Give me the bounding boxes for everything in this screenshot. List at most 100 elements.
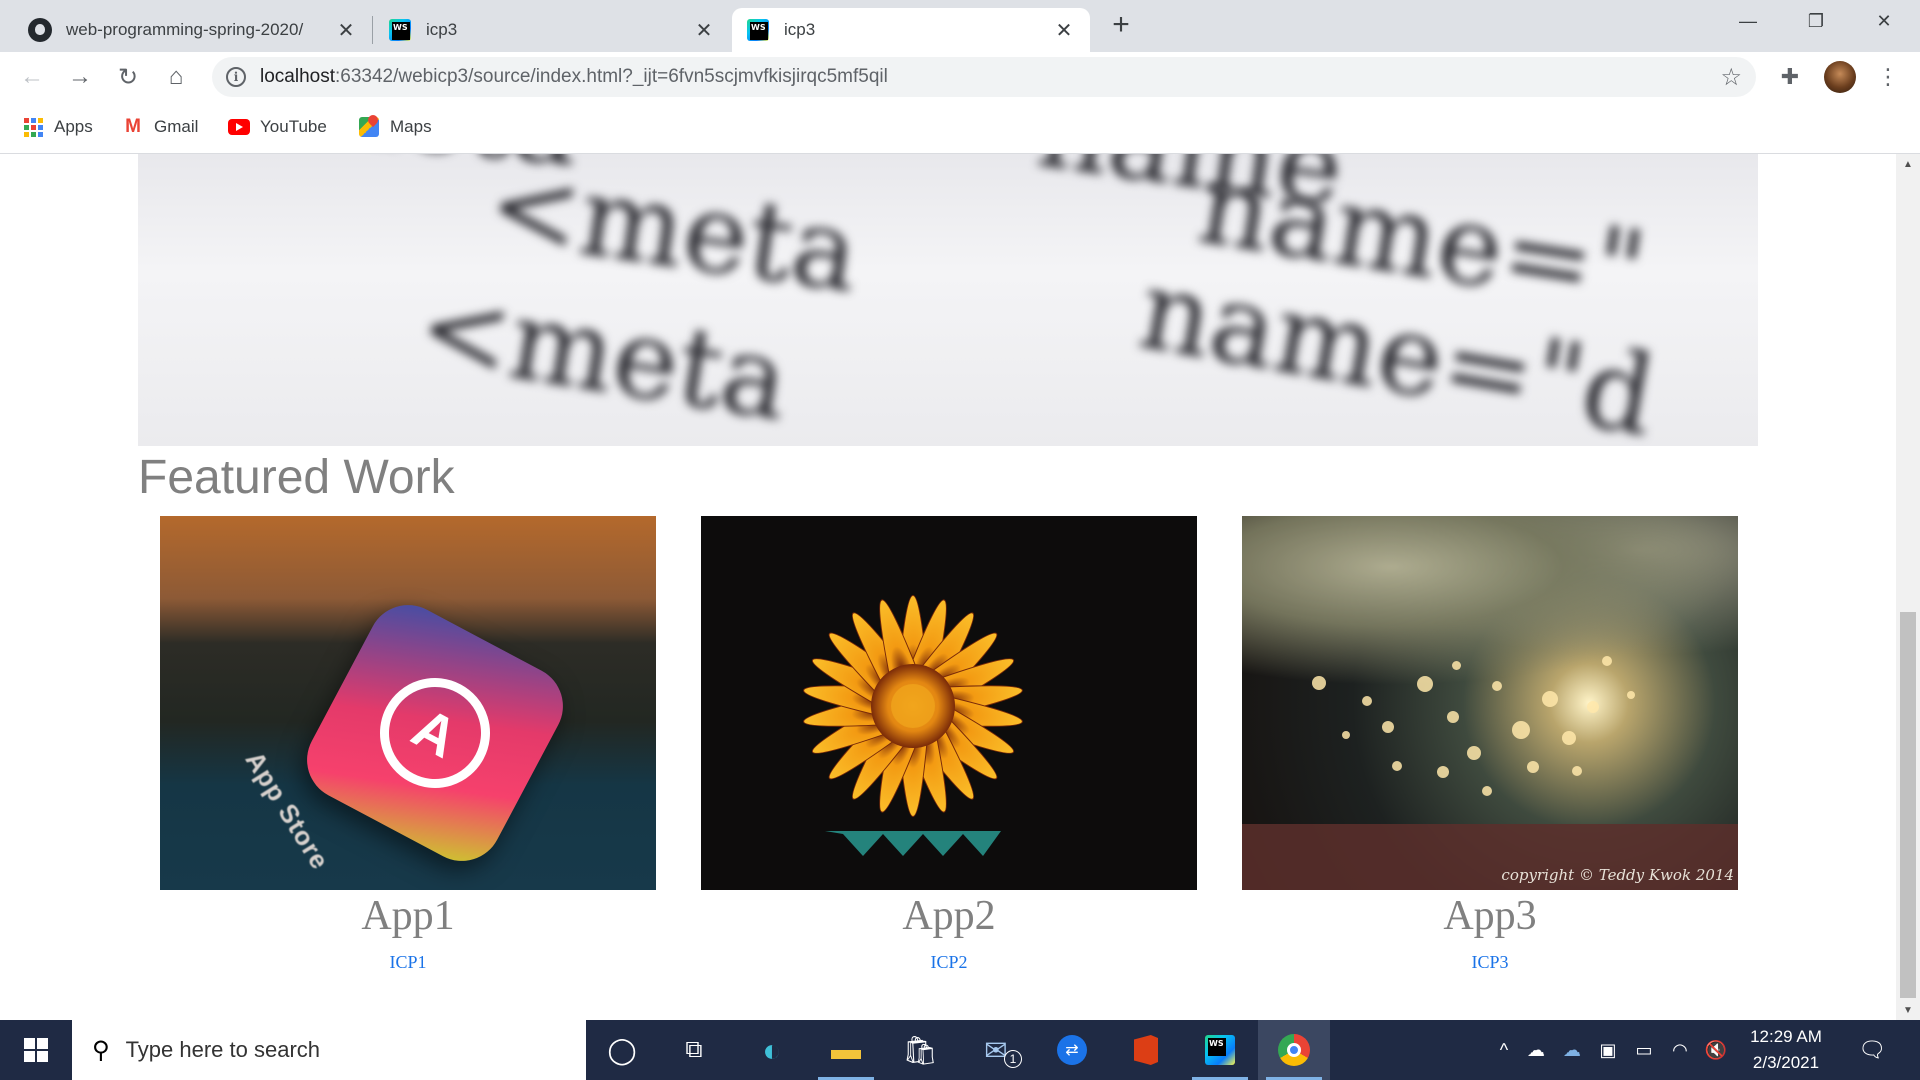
project-card: A App Store App1 ICP1	[160, 516, 656, 973]
url-host: localhost	[260, 66, 335, 87]
app-store-icon: A	[292, 590, 578, 876]
profile-avatar[interactable]	[1824, 61, 1856, 93]
card-link[interactable]: ICP2	[701, 952, 1197, 973]
task-view-button[interactable]: ⧉	[658, 1020, 730, 1080]
new-tab-button[interactable]: +	[1106, 8, 1136, 41]
bokeh-light	[1527, 761, 1539, 773]
wifi-icon[interactable]: ◠	[1662, 1040, 1698, 1061]
tab-strip: web-programming-spring-2020/ ✕ icp3 ✕ ic…	[0, 0, 1920, 52]
bookmark-label: YouTube	[260, 117, 327, 136]
office-button[interactable]	[1110, 1020, 1182, 1080]
github-icon	[28, 18, 52, 42]
notification-icon: 🗨	[1858, 1037, 1886, 1062]
close-tab-icon[interactable]: ✕	[1052, 18, 1076, 42]
clock[interactable]: 12:29 AM 2/3/2021	[1736, 1024, 1836, 1076]
bokeh-light	[1417, 676, 1433, 692]
bokeh-light	[1447, 711, 1459, 723]
bokeh-light	[1542, 691, 1558, 707]
project-card: App2 ICP2	[701, 516, 1197, 973]
bookmark-label: Maps	[390, 117, 432, 136]
menu-button[interactable]: ⋮	[1872, 61, 1904, 93]
bookmarks-bar: Apps M Gmail YouTube Maps	[0, 102, 1920, 154]
chrome-button[interactable]	[1258, 1020, 1330, 1080]
mail-badge: 1	[1004, 1050, 1022, 1068]
bokeh-light	[1382, 721, 1394, 733]
bokeh-light	[1512, 721, 1530, 739]
bokeh-light	[1482, 786, 1492, 796]
forward-button[interactable]: →	[62, 59, 98, 95]
clock-date: 2/3/2021	[1752, 1053, 1820, 1072]
notifications-button[interactable]: 🗨	[1842, 1020, 1902, 1080]
tab-separator	[372, 16, 373, 44]
tab-icp3-active[interactable]: icp3 ✕	[732, 8, 1090, 52]
tab-title: icp3	[784, 20, 816, 39]
onedrive-icon[interactable]: ☁	[1518, 1040, 1554, 1061]
apps-grid-icon	[22, 116, 44, 138]
webstorm-icon	[746, 18, 770, 42]
url-text[interactable]: localhost:63342/webicp3/source/index.htm…	[260, 66, 888, 88]
battery-icon[interactable]: ▭	[1626, 1040, 1662, 1061]
maps-icon	[358, 116, 380, 138]
teamviewer-button[interactable]: ⇄	[1036, 1020, 1108, 1080]
project-card: copyright © Teddy Kwok 2014 App3 ICP3	[1242, 516, 1738, 973]
address-bar[interactable]: i localhost:63342/webicp3/source/index.h…	[212, 57, 1756, 97]
bokeh-light	[1437, 766, 1449, 778]
youtube-icon	[228, 116, 250, 138]
bookmark-apps[interactable]: Apps	[22, 114, 93, 140]
bookmark-star-icon[interactable]: ☆	[1720, 63, 1742, 92]
close-tab-icon[interactable]: ✕	[334, 18, 358, 42]
minimize-button[interactable]: ―	[1720, 0, 1776, 42]
volume-muted-icon[interactable]: 🔇	[1698, 1040, 1734, 1061]
card-link[interactable]: ICP3	[1242, 952, 1738, 973]
close-tab-icon[interactable]: ✕	[692, 18, 716, 42]
restore-button[interactable]: ❐	[1788, 0, 1844, 42]
scroll-thumb[interactable]	[1900, 612, 1916, 998]
bookmark-gmail[interactable]: M Gmail	[122, 114, 198, 140]
site-info-icon[interactable]: i	[226, 67, 246, 87]
more-vert-icon: ⋮	[1877, 64, 1899, 89]
store-button[interactable]: 🛍	[884, 1020, 956, 1080]
app-store-photo: A App Store	[160, 516, 656, 890]
scroll-up-icon[interactable]: ▲	[1896, 154, 1920, 174]
edge-button[interactable]: ◐	[736, 1020, 808, 1080]
close-window-button[interactable]: ✕	[1856, 0, 1912, 42]
bokeh-light	[1587, 701, 1599, 713]
photo-copyright: copyright © Teddy Kwok 2014	[1501, 866, 1734, 884]
tab-title: web-programming-spring-2020/	[66, 20, 304, 39]
browser-toolbar: ← → ↻ ⌂ i localhost:63342/webicp3/source…	[0, 52, 1920, 102]
card-link[interactable]: ICP1	[160, 952, 656, 973]
gmail-icon: M	[125, 116, 141, 137]
chevron-up-icon[interactable]: ^	[1490, 1040, 1518, 1061]
windows-logo-icon	[24, 1038, 48, 1062]
webstorm-button[interactable]	[1184, 1020, 1256, 1080]
windows-taskbar: ⚲ Type here to search ◯ ⧉ ◐ ▬ 🛍 ✉ 1 ⇄ ^ …	[0, 1020, 1920, 1080]
bookmark-youtube[interactable]: YouTube	[228, 114, 327, 140]
bokeh-photo: copyright © Teddy Kwok 2014	[1242, 516, 1738, 890]
page-scrollbar[interactable]: ▲ ▼	[1896, 154, 1920, 1020]
tab-icp3-1[interactable]: icp3 ✕	[374, 8, 730, 52]
flower-illustration	[803, 595, 1023, 856]
onedrive-business-icon[interactable]: ☁	[1554, 1040, 1590, 1061]
back-button[interactable]: ←	[14, 59, 50, 95]
bokeh-light	[1312, 676, 1326, 690]
extensions-button[interactable]: ✚	[1774, 61, 1806, 93]
bookmark-label: Gmail	[154, 117, 199, 136]
tab-title: icp3	[426, 20, 458, 39]
bokeh-light	[1452, 661, 1461, 670]
chrome-icon	[1278, 1034, 1310, 1066]
file-explorer-button[interactable]: ▬	[810, 1020, 882, 1080]
start-button[interactable]	[0, 1020, 72, 1080]
search-icon: ⚲	[92, 1036, 110, 1064]
store-icon: 🛍	[902, 1034, 938, 1066]
reload-button[interactable]: ↻	[110, 59, 146, 95]
cortana-button[interactable]: ◯	[586, 1020, 658, 1080]
scroll-down-icon[interactable]: ▼	[1896, 1000, 1920, 1020]
bookmark-maps[interactable]: Maps	[358, 114, 432, 140]
home-button[interactable]: ⌂	[158, 59, 194, 95]
meet-icon[interactable]: ▣	[1590, 1040, 1626, 1061]
bokeh-light	[1492, 681, 1502, 691]
taskbar-search[interactable]: ⚲ Type here to search	[72, 1020, 586, 1080]
tab-github[interactable]: web-programming-spring-2020/ ✕	[14, 8, 372, 52]
bokeh-light	[1572, 766, 1582, 776]
mail-button[interactable]: ✉ 1	[960, 1020, 1032, 1080]
